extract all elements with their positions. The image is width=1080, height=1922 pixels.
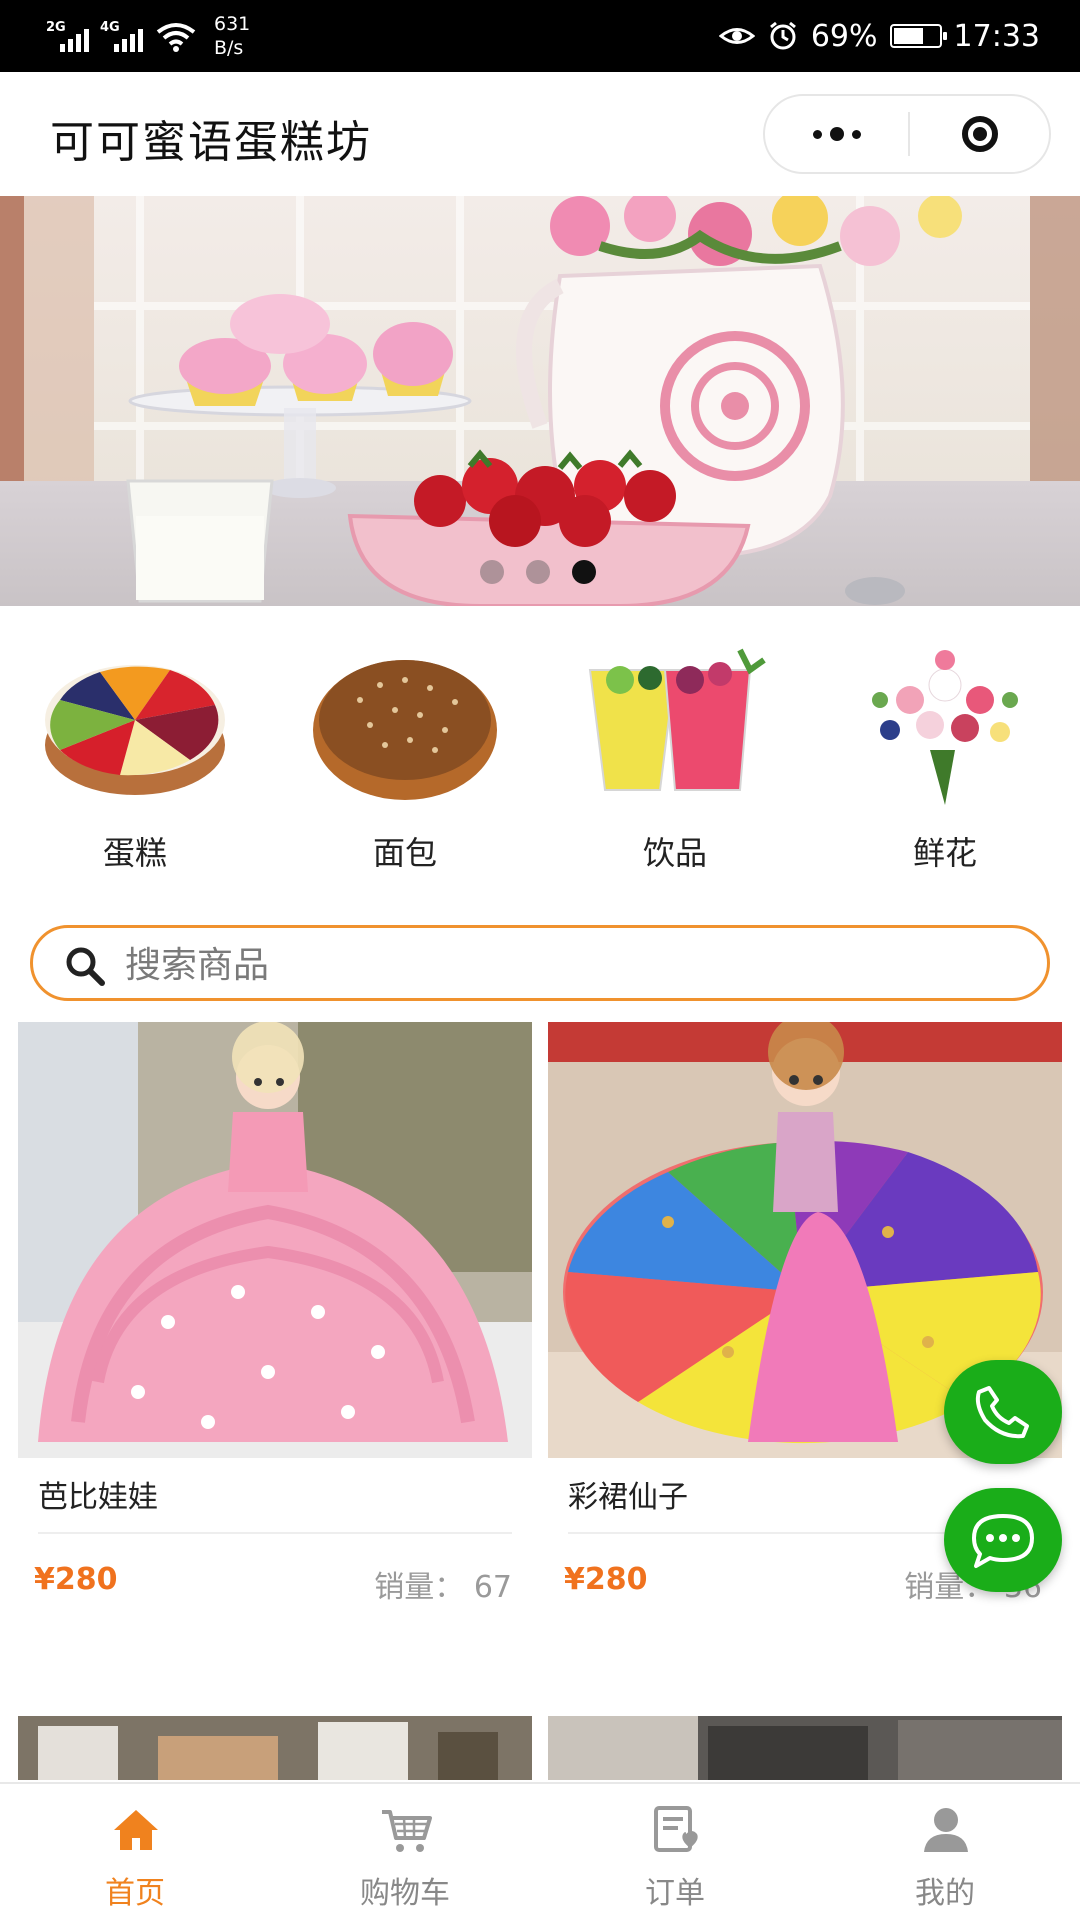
tab-profile[interactable]: 我的	[810, 1784, 1080, 1922]
network-speed-value: 631	[214, 13, 251, 35]
wifi-icon	[156, 23, 196, 52]
battery-percent: 69%	[810, 18, 878, 54]
status-left: 2G 4G 631 B/s	[46, 8, 250, 64]
page-title: 可可蜜语蛋糕坊	[50, 117, 372, 168]
product-image	[548, 1716, 1062, 1780]
clock: 17:33	[953, 18, 1040, 54]
nav-bar: 可可蜜语蛋糕坊	[0, 72, 1080, 194]
category-label: 饮品	[642, 834, 707, 872]
flowers-icon	[872, 650, 1018, 805]
card-divider	[38, 1532, 512, 1534]
banner-image	[0, 196, 1080, 606]
category-label: 面包	[372, 834, 437, 872]
eye-comfort-icon	[718, 28, 755, 44]
tab-label: 购物车	[360, 1876, 450, 1911]
sales-label: 销量：	[374, 1570, 465, 1605]
more-dot-icon	[812, 129, 822, 139]
call-button[interactable]	[944, 1360, 1062, 1464]
drinks-icon	[588, 648, 766, 791]
category-bread[interactable]: 面包	[270, 640, 540, 880]
category-label: 蛋糕	[102, 834, 167, 872]
product-card[interactable]: 芭比娃娃 ¥280 销量： 67	[18, 1022, 532, 1605]
phone-icon	[975, 1386, 1029, 1439]
bread-icon	[313, 660, 497, 800]
more-menu-button[interactable]	[765, 96, 908, 172]
product-sales: 销量： 67	[374, 1562, 512, 1606]
more-dot-icon	[829, 127, 844, 141]
target-close-icon	[961, 116, 998, 152]
product-price: ¥280	[34, 1562, 118, 1597]
sales-count: 67	[473, 1570, 512, 1605]
close-miniprogram-button[interactable]	[910, 96, 1049, 172]
more-dot-icon	[851, 129, 861, 139]
miniprogram-capsule	[763, 94, 1051, 174]
cake-icon	[45, 665, 225, 795]
tab-orders[interactable]: 订单	[540, 1784, 810, 1922]
status-right: 69% 17:33	[718, 8, 1040, 64]
category-label: 鲜花	[912, 834, 977, 872]
search-icon	[66, 947, 105, 986]
carousel-dot-active[interactable]	[572, 560, 596, 584]
banner-carousel[interactable]	[0, 196, 1080, 606]
category-drinks[interactable]: 饮品	[540, 640, 810, 880]
tab-home[interactable]: 首页	[0, 1784, 270, 1922]
chat-button[interactable]	[944, 1488, 1062, 1592]
product-card-partial[interactable]	[18, 1716, 532, 1780]
tab-cart[interactable]: 购物车	[270, 1784, 540, 1922]
status-bar: 2G 4G 631 B/s 69% 17:33	[0, 0, 1080, 72]
category-grid: 蛋糕 面包 饮品 鲜花	[0, 640, 1080, 880]
network-speed-unit: B/s	[214, 37, 244, 59]
signal-4g-icon: 4G	[100, 16, 144, 56]
product-price: ¥280	[564, 1562, 648, 1597]
category-cake[interactable]: 蛋糕	[0, 640, 270, 880]
product-image	[18, 1716, 532, 1780]
signal-2g-icon: 2G	[46, 16, 90, 56]
tab-label: 我的	[915, 1876, 975, 1911]
product-card-partial[interactable]	[548, 1716, 1062, 1780]
product-name: 彩裙仙子	[568, 1480, 688, 1515]
alarm-icon	[769, 21, 796, 50]
tab-bar: 首页 购物车 订单 我的	[0, 1782, 1080, 1922]
orders-icon	[654, 1806, 698, 1852]
tab-label: 首页	[105, 1876, 165, 1911]
product-name: 芭比娃娃	[38, 1480, 158, 1515]
tab-label: 订单	[645, 1876, 705, 1911]
search-input[interactable]	[123, 938, 1007, 992]
profile-icon	[924, 1808, 968, 1852]
carousel-dot[interactable]	[480, 560, 504, 584]
cart-icon	[382, 1810, 432, 1852]
category-flowers[interactable]: 鲜花	[810, 640, 1080, 880]
product-image[interactable]	[18, 1022, 532, 1458]
search-bar[interactable]	[30, 925, 1050, 1001]
battery-icon	[889, 24, 947, 48]
home-icon	[114, 1810, 158, 1850]
network-speed: 631 B/s	[214, 12, 250, 60]
chat-bubble-icon	[972, 1514, 1034, 1568]
carousel-indicators	[480, 560, 596, 584]
carousel-dot[interactable]	[526, 560, 550, 584]
